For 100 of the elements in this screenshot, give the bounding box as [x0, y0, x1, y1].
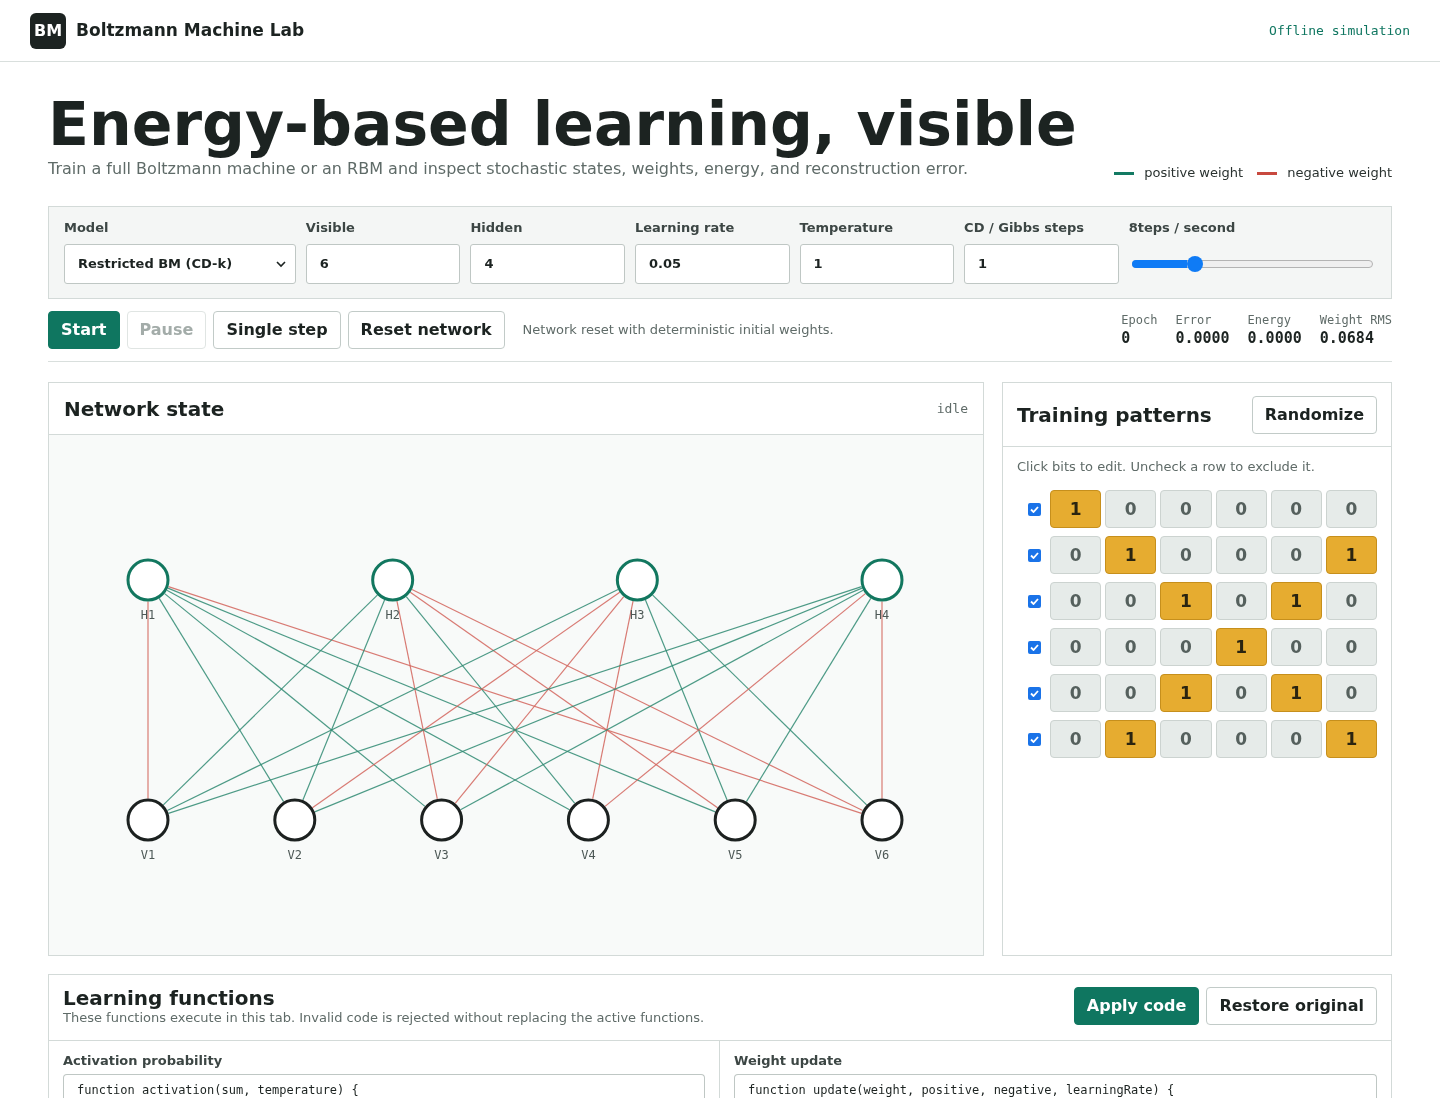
bit-toggle[interactable]: 0: [1215, 720, 1267, 758]
bit-toggle[interactable]: 0: [1215, 536, 1267, 574]
row-checkbox[interactable]: [1028, 594, 1041, 608]
bit-toggle[interactable]: 1: [1160, 582, 1212, 620]
field-label: Learning rate: [635, 220, 736, 236]
step-button[interactable]: Single step: [213, 311, 341, 349]
field-label: Temperature: [799, 220, 895, 236]
number-field[interactable]: 1: [799, 244, 955, 284]
bit-toggle[interactable]: 0: [1270, 628, 1322, 666]
bit-toggle[interactable]: 0: [1050, 582, 1102, 620]
legend-label: negative weight: [1287, 165, 1392, 181]
node-label: H4: [874, 608, 890, 622]
page-subtitle: Train a full Boltzmann machine or an RBM and inspect stochastic states, weights, energy, and reconstruction error.: [48, 158, 969, 180]
apply-button[interactable]: Apply code: [1073, 987, 1200, 1025]
field-label: CD / Gibbs steps: [964, 220, 1086, 236]
visible-node: [860, 798, 904, 842]
bit-toggle[interactable]: 1: [1160, 674, 1212, 712]
stat-label: Energy: [1247, 312, 1292, 328]
number-field[interactable]: 1: [964, 244, 1119, 284]
number-field[interactable]: 4: [470, 244, 625, 284]
reset-button[interactable]: Reset network: [347, 311, 505, 349]
status-message: Network reset with deterministic initial weights.: [522, 321, 834, 340]
bit-toggle[interactable]: 0: [1325, 628, 1377, 666]
bit-toggle[interactable]: 0: [1050, 536, 1102, 574]
panel-subtitle: These functions execute in this tab. Invalid code is rejected without replacing the active functions.: [63, 1010, 705, 1026]
bit-toggle[interactable]: 1: [1325, 720, 1377, 758]
bit-toggle[interactable]: 1: [1050, 490, 1102, 528]
bit-toggle[interactable]: 1: [1325, 536, 1377, 574]
node-label: V6: [874, 848, 890, 862]
bit-toggle[interactable]: 0: [1325, 674, 1377, 712]
number-field[interactable]: 0.05: [635, 244, 790, 284]
panel-title: Training patterns: [1017, 401, 1212, 429]
stat-label: Epoch: [1121, 312, 1158, 328]
code-editor[interactable]: function activation(sum, temperature) {: [63, 1074, 705, 1098]
bit-toggle[interactable]: 0: [1105, 628, 1157, 666]
panel-title: Learning functions: [63, 986, 276, 1010]
hidden-node: [371, 558, 415, 602]
slider-thumb[interactable]: [1186, 256, 1203, 272]
node-label: V1: [140, 848, 156, 862]
bit-toggle[interactable]: 1: [1105, 536, 1157, 574]
visible-node: [273, 798, 317, 842]
chevron-down-icon: [275, 261, 286, 267]
code-editor[interactable]: function update(weight, positive, negative, learningRate) {: [734, 1074, 1377, 1098]
bit-toggle[interactable]: 0: [1215, 582, 1267, 620]
row-checkbox[interactable]: [1028, 732, 1041, 746]
app-title: Boltzmann Machine Lab: [76, 18, 305, 42]
visible-node: [566, 798, 610, 842]
row-checkbox[interactable]: [1028, 502, 1041, 516]
node-label: V5: [727, 848, 743, 862]
field-label: Model: [64, 220, 110, 236]
stat-label: Weight RMS: [1319, 312, 1392, 328]
bit-toggle[interactable]: 1: [1215, 628, 1267, 666]
bit-toggle[interactable]: 0: [1325, 582, 1377, 620]
bit-toggle[interactable]: 0: [1270, 536, 1322, 574]
visible-node: [713, 798, 757, 842]
stat-value: 0: [1121, 328, 1132, 348]
stat-value: 0.0684: [1319, 328, 1375, 348]
node-label: V4: [581, 848, 596, 862]
bit-toggle[interactable]: 0: [1050, 720, 1102, 758]
editor-label: Activation probability: [63, 1053, 224, 1069]
hidden-node: [615, 558, 659, 602]
randomize-button[interactable]: Randomize: [1251, 395, 1377, 434]
node-label: H2: [385, 608, 400, 622]
bit-toggle[interactable]: 1: [1270, 674, 1322, 712]
run-status: idle: [936, 399, 968, 418]
bit-toggle[interactable]: 0: [1270, 720, 1322, 758]
hidden-node: [860, 558, 904, 602]
row-checkbox[interactable]: [1028, 686, 1041, 700]
node-label: V3: [434, 848, 449, 862]
bit-toggle[interactable]: 0: [1050, 628, 1102, 666]
mode-label: Offline simulation: [1269, 21, 1410, 40]
row-checkbox[interactable]: [1028, 640, 1041, 654]
stat-value: 0.0000: [1247, 328, 1302, 348]
start-button[interactable]: Start: [48, 311, 120, 349]
editor-label: Weight update: [734, 1053, 844, 1069]
bit-toggle[interactable]: 0: [1105, 490, 1157, 528]
bit-toggle[interactable]: 0: [1105, 674, 1157, 712]
bit-toggle[interactable]: 0: [1050, 674, 1102, 712]
row-checkbox[interactable]: [1028, 548, 1041, 562]
stat-label: Error: [1175, 312, 1213, 328]
bit-toggle[interactable]: 0: [1160, 720, 1212, 758]
bit-toggle[interactable]: 0: [1105, 582, 1157, 620]
number-field[interactable]: 6: [305, 244, 461, 284]
field-label: Hidden: [470, 220, 524, 236]
panel-title: Network state: [64, 395, 225, 423]
bit-toggle[interactable]: 0: [1160, 490, 1212, 528]
bit-toggle[interactable]: 0: [1215, 674, 1267, 712]
node-label: H3: [630, 608, 645, 622]
field-label: 8teps / second: [1128, 220, 1237, 236]
stat-value: 0.0000: [1175, 328, 1230, 348]
bit-toggle[interactable]: 1: [1270, 582, 1322, 620]
visible-node: [126, 798, 170, 842]
bit-toggle[interactable]: 0: [1215, 490, 1267, 528]
bit-toggle[interactable]: 0: [1270, 490, 1322, 528]
restore-button[interactable]: Restore original: [1206, 987, 1377, 1025]
bit-toggle[interactable]: 0: [1160, 628, 1212, 666]
model-select[interactable]: Restricted BM (CD-k): [64, 244, 296, 284]
bit-toggle[interactable]: 0: [1160, 536, 1212, 574]
bit-toggle[interactable]: 1: [1105, 720, 1157, 758]
bit-toggle[interactable]: 0: [1325, 490, 1377, 528]
